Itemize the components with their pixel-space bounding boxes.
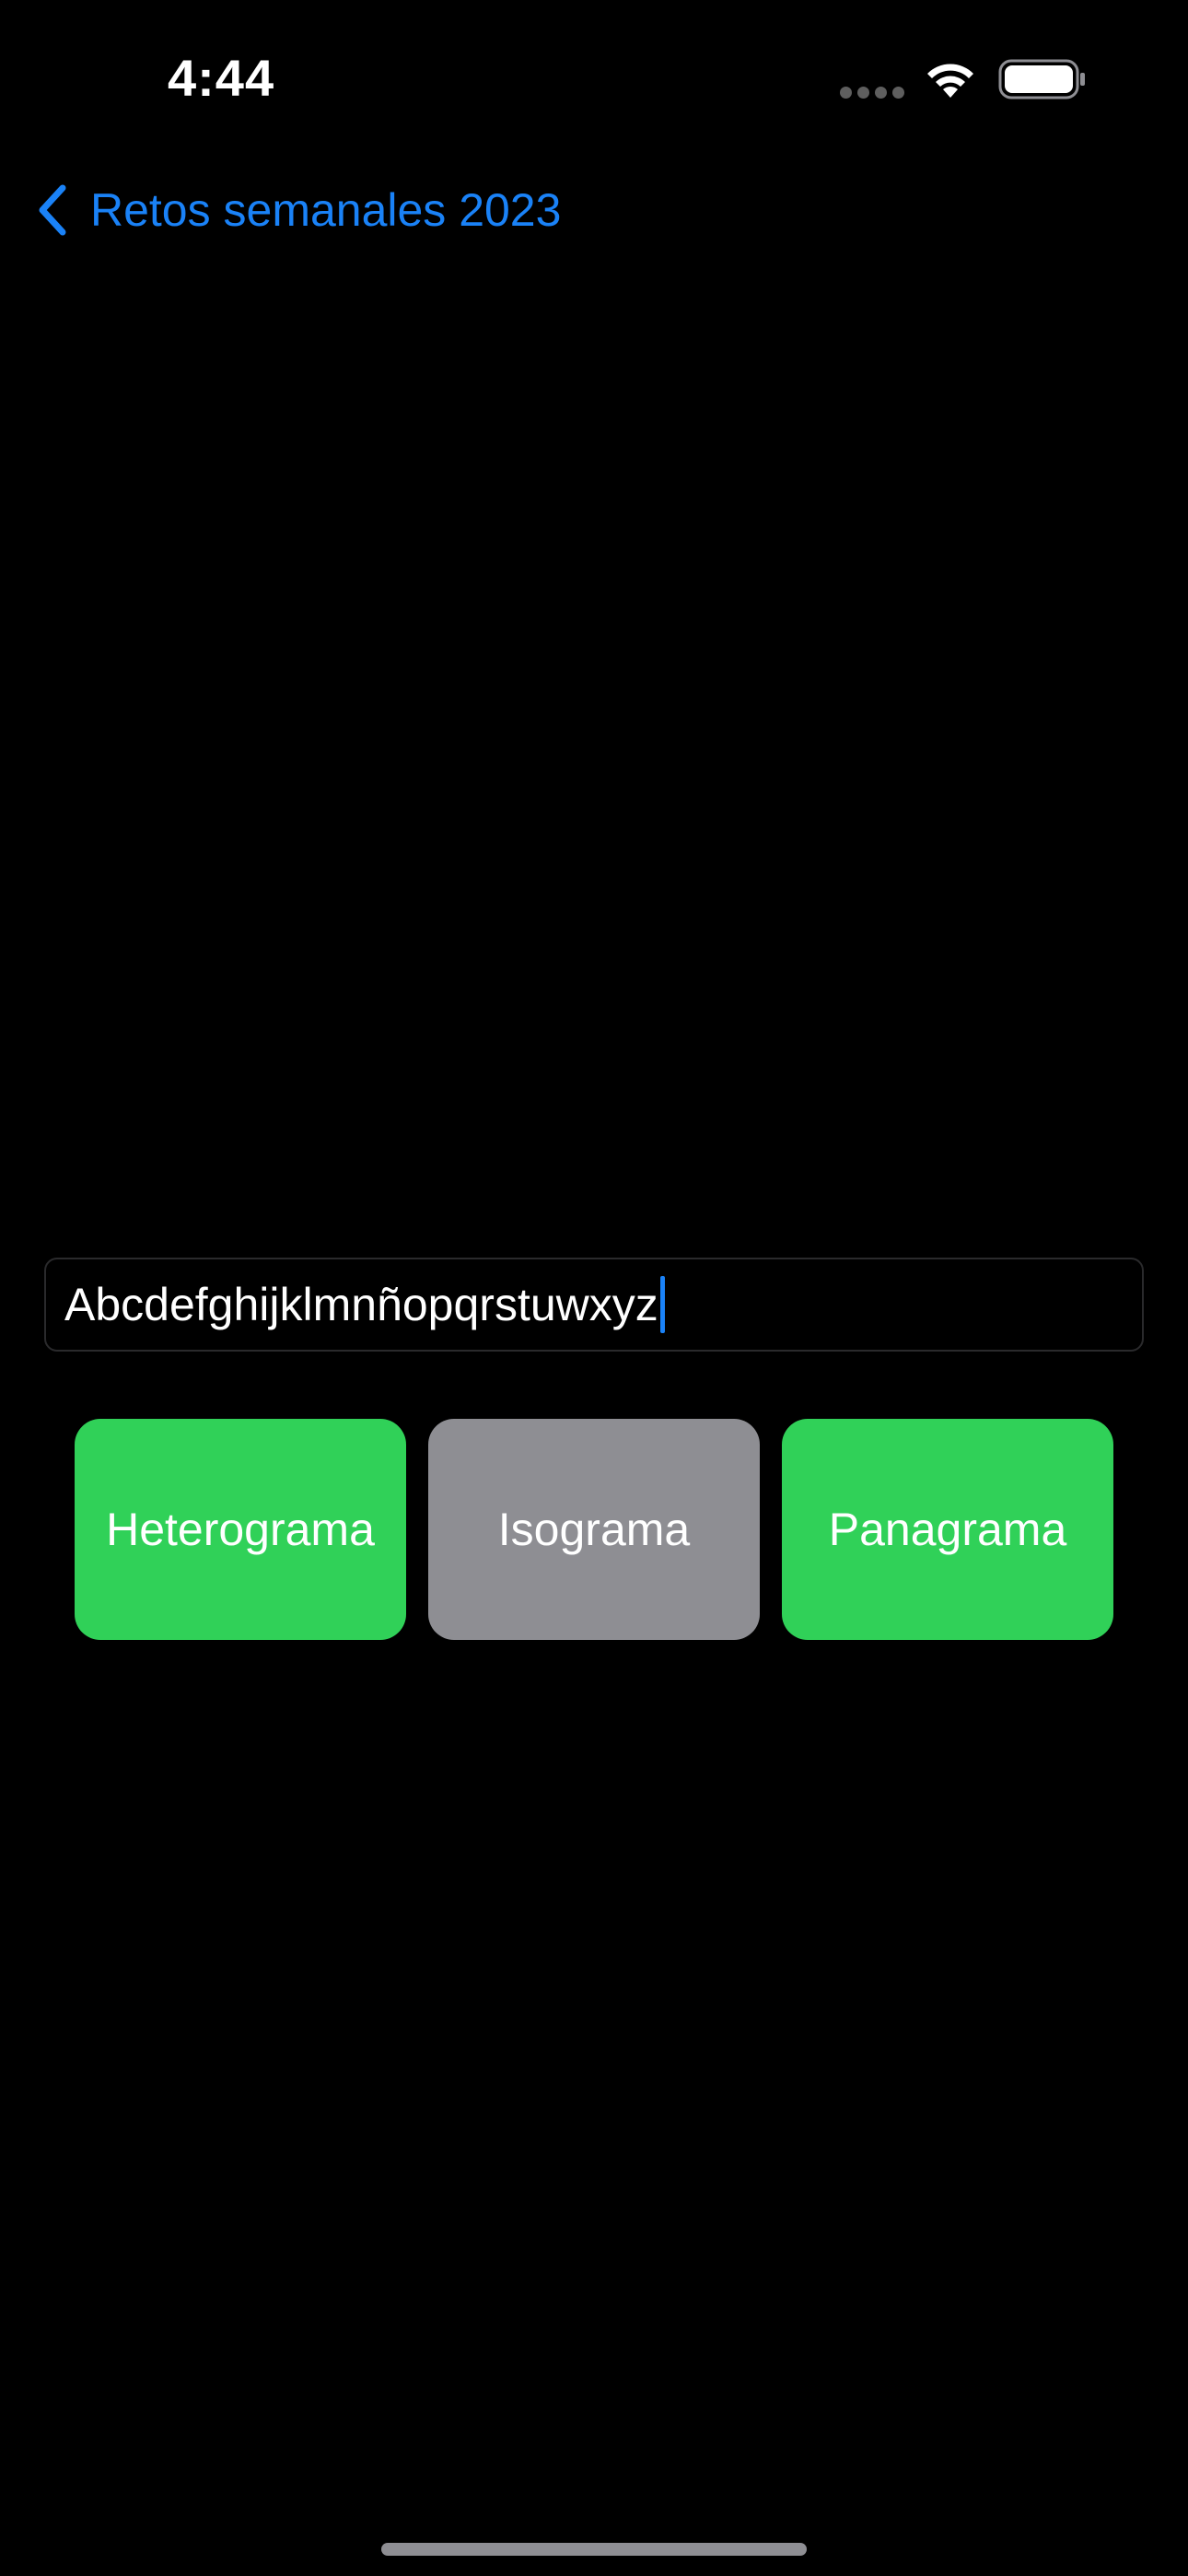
panagrama-button[interactable]: Panagrama <box>782 1419 1113 1640</box>
text-input[interactable]: Abcdefghijklmnñopqrstuwxyz <box>44 1258 1144 1352</box>
text-input-value: Abcdefghijklmnñopqrstuwxyz <box>64 1279 658 1330</box>
status-time: 4:44 <box>168 49 275 107</box>
back-button[interactable]: Retos semanales 2023 <box>33 177 561 243</box>
battery-icon <box>998 59 1085 100</box>
wifi-icon <box>927 64 973 98</box>
chevron-left-icon <box>39 184 66 236</box>
cellular-signal-icon <box>840 87 906 100</box>
home-indicator[interactable] <box>381 2543 807 2556</box>
heterograma-button[interactable]: Heterograma <box>75 1419 406 1640</box>
back-button-label: Retos semanales 2023 <box>90 184 562 236</box>
isograma-button[interactable]: Isograma <box>428 1419 760 1640</box>
text-cursor <box>659 1276 665 1333</box>
